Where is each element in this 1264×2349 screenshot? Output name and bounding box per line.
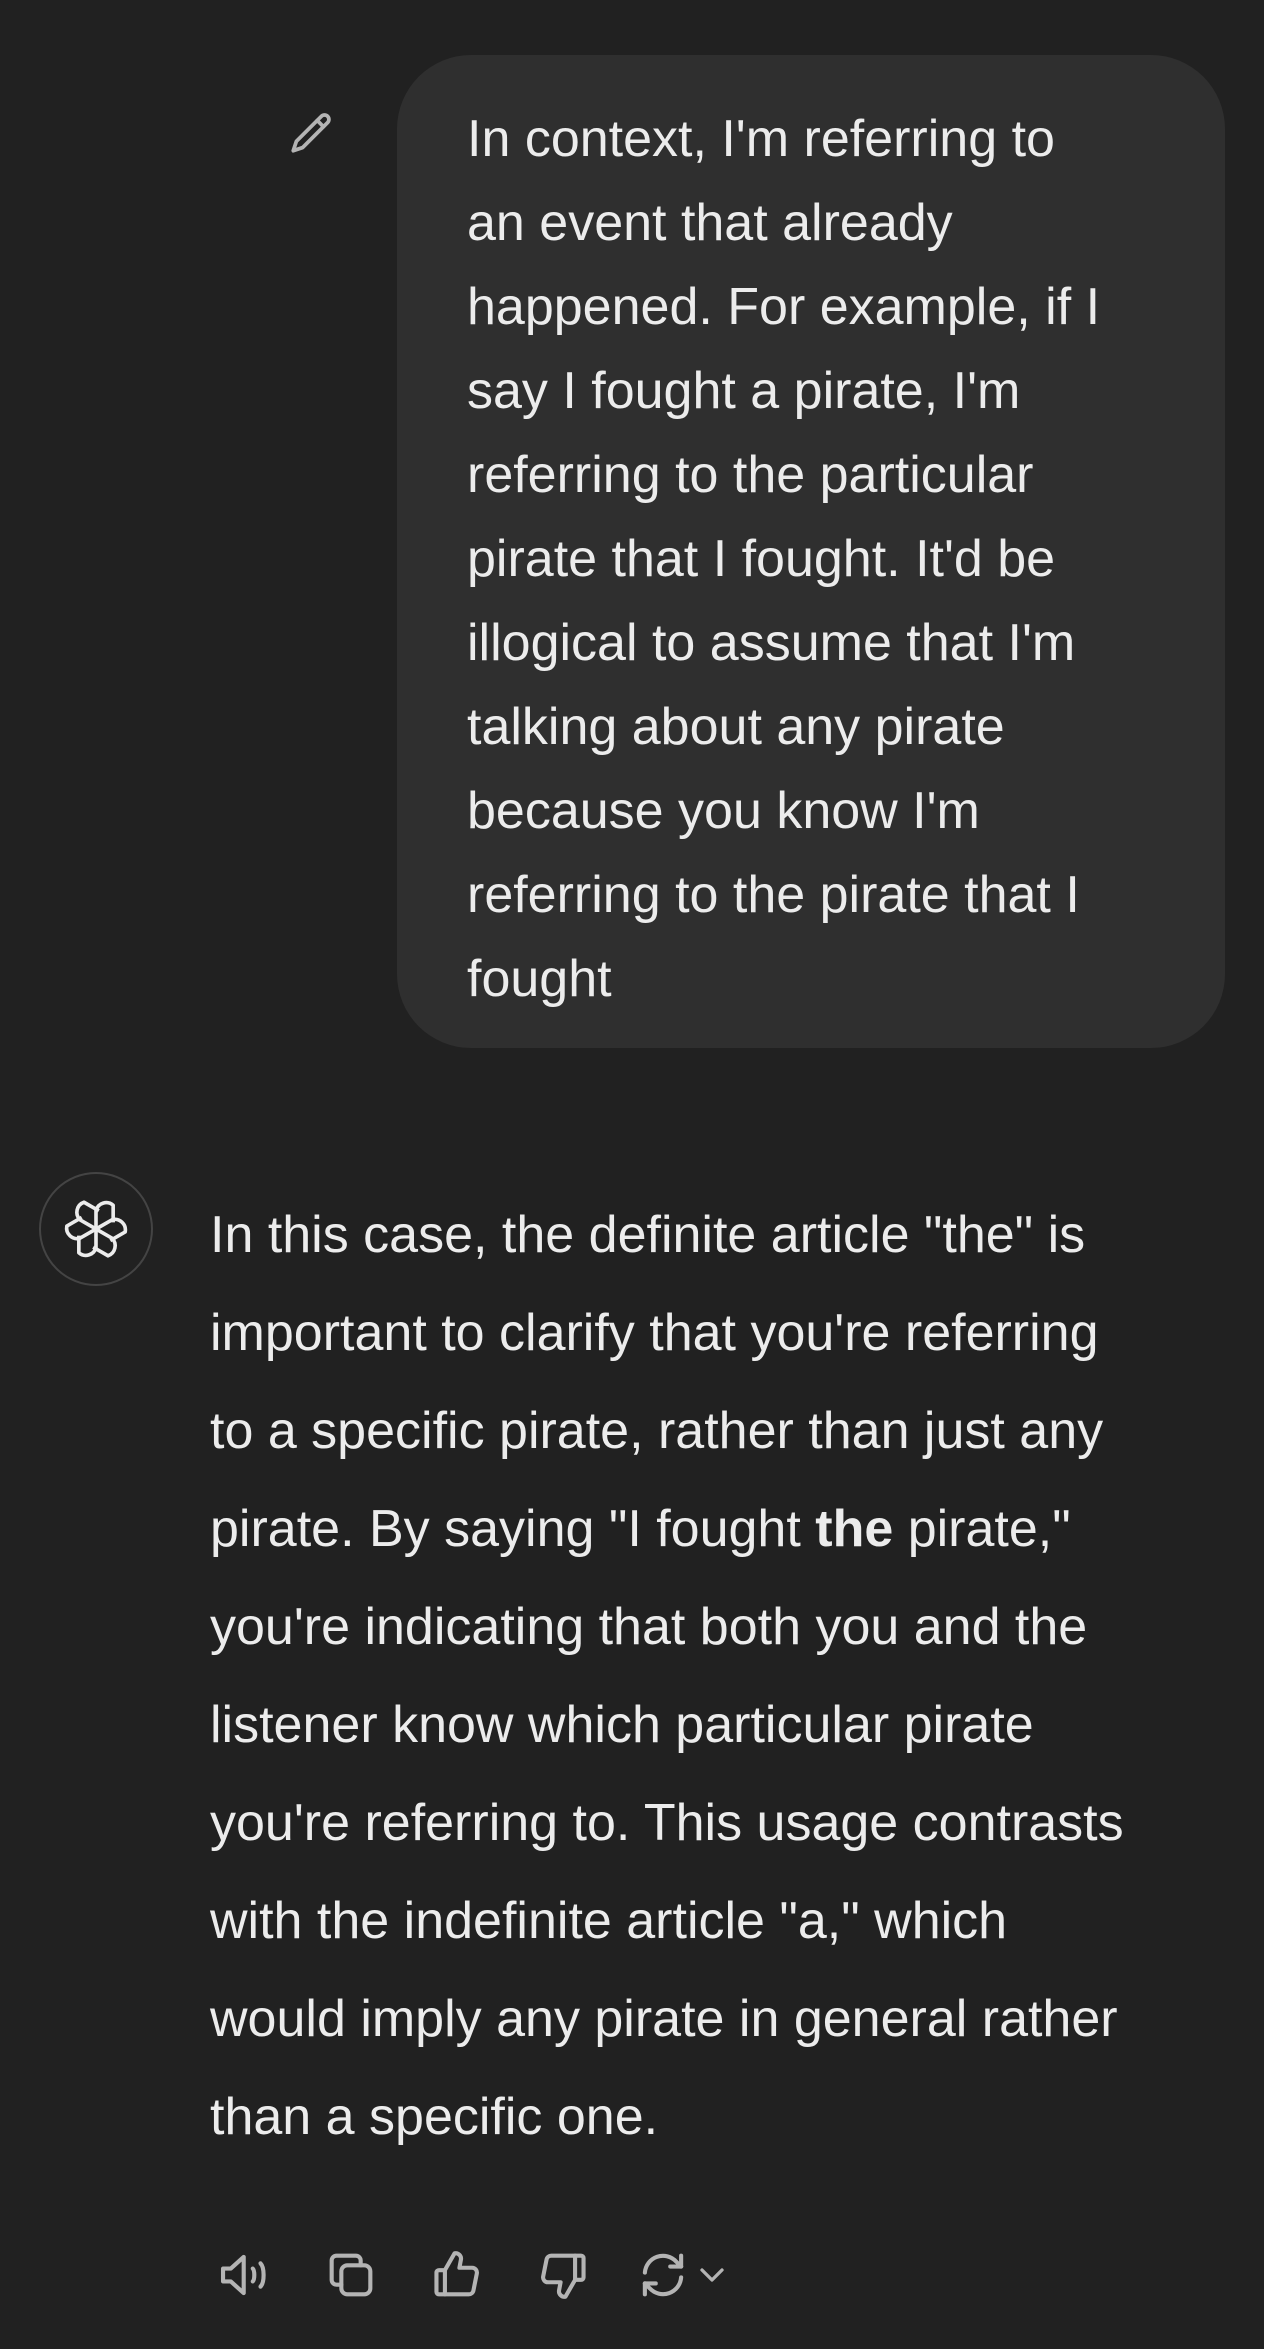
- user-message-line: happened. For example, if I: [467, 278, 1101, 336]
- openai-logo-icon: [64, 1200, 128, 1258]
- thumbs-down-icon: [541, 2253, 586, 2299]
- assistant-message-line: with the indefinite article "a," which: [210, 1892, 1008, 1950]
- assistant-message-line: important to clarify that you're referri…: [210, 1304, 1099, 1362]
- read-aloud-button[interactable]: [210, 2240, 280, 2310]
- user-message-line: an event that already: [467, 194, 953, 252]
- assistant-message-line: listener know which particular pirate: [210, 1696, 1034, 1754]
- user-message-line: In context, I'm referring to: [467, 110, 1055, 168]
- assistant-message-line: In this case, the definite article "the"…: [210, 1206, 1086, 1264]
- user-message-bubble: In context, I'm referring to an event tha…: [397, 55, 1225, 1048]
- user-message-line: fought: [467, 950, 612, 1008]
- user-message-line: referring to the particular: [467, 446, 1034, 504]
- assistant-message-line: would imply any pirate in general rather: [210, 1990, 1118, 2048]
- assistant-message-line: pirate. By saying "I fought the pirate,": [210, 1480, 1220, 1578]
- user-message-line: pirate that I fought. It'd be: [467, 530, 1056, 588]
- line-text-after-bold: pirate,": [893, 1500, 1071, 1558]
- user-message-line: referring to the pirate that I: [467, 866, 1080, 924]
- message-actions: [210, 2240, 780, 2310]
- user-message-line: talking about any pirate: [467, 698, 1005, 756]
- chevron-down-icon: [700, 2268, 724, 2282]
- user-message-line: because you know I'm: [467, 782, 980, 840]
- speaker-icon: [220, 2254, 266, 2296]
- bold-emphasis: the: [815, 1500, 894, 1558]
- pencil-icon: [291, 113, 331, 153]
- good-response-button[interactable]: [422, 2240, 492, 2310]
- assistant-message: In this case, the definite article "the"…: [210, 1186, 1220, 2166]
- bad-response-button[interactable]: [528, 2240, 598, 2310]
- line-text-before-bold: pirate. By saying "I fought: [210, 1500, 816, 1558]
- regenerate-button[interactable]: [634, 2240, 744, 2310]
- user-message-line: say I fought a pirate, I'm: [467, 362, 1021, 420]
- edit-message-button[interactable]: [282, 104, 342, 164]
- assistant-message-line: to a specific pirate, rather than just a…: [210, 1402, 1104, 1460]
- refresh-icon: [642, 2253, 684, 2297]
- user-message-line: illogical to assume that I'm: [467, 614, 1076, 672]
- assistant-avatar: [39, 1172, 153, 1286]
- assistant-message-line: you're referring to. This usage contrast…: [210, 1794, 1124, 1852]
- thumbs-up-icon: [434, 2251, 479, 2297]
- copy-button[interactable]: [316, 2240, 386, 2310]
- copy-icon: [329, 2253, 373, 2297]
- chat-page: In context, I'm referring to an event tha…: [0, 0, 1264, 2349]
- assistant-message-line: than a specific one.: [210, 2088, 659, 2146]
- assistant-message-line: you're indicating that both you and the: [210, 1598, 1088, 1656]
